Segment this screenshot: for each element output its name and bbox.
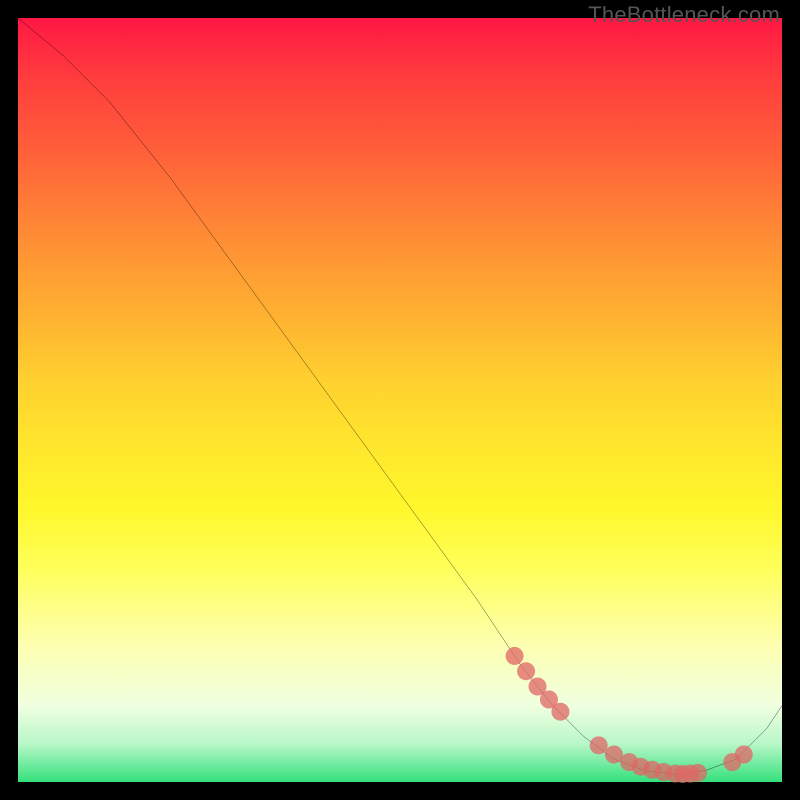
chart-frame: TheBottleneck.com <box>0 0 800 800</box>
highlight-point <box>605 745 623 763</box>
highlight-point <box>551 703 569 721</box>
highlight-point <box>506 647 524 665</box>
highlight-point <box>735 745 753 763</box>
chart-overlay <box>18 18 782 782</box>
highlight-point <box>590 736 608 754</box>
highlight-point <box>689 764 707 782</box>
highlight-point-group <box>506 647 753 783</box>
highlight-point <box>517 662 535 680</box>
watermark-text: TheBottleneck.com <box>588 2 780 28</box>
bottleneck-curve <box>18 18 782 774</box>
